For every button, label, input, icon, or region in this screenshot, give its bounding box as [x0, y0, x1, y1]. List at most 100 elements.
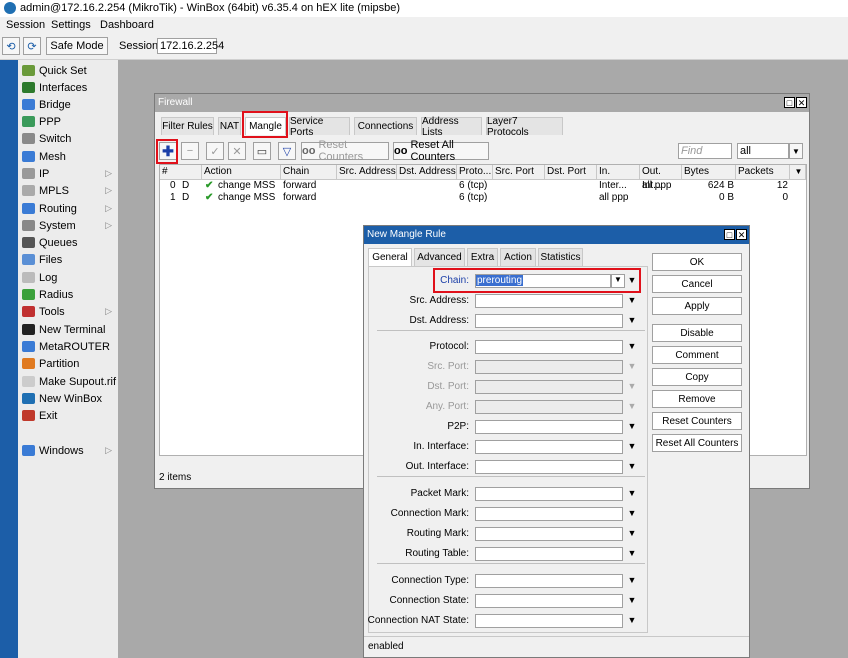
connection-nat-state-field[interactable]	[475, 614, 623, 628]
src-address-field[interactable]	[475, 294, 623, 308]
column-header-7[interactable]: Dst. Port	[545, 165, 597, 179]
packet-mark-field[interactable]	[475, 487, 623, 501]
tab-service-ports[interactable]: Service Ports	[289, 116, 350, 138]
reset-counters-button[interactable]: oo Reset Counters	[301, 139, 389, 163]
column-header-9[interactable]: Out. Int...	[640, 165, 682, 191]
copy-button[interactable]: Copy	[652, 368, 742, 386]
menu-session[interactable]: Session	[6, 19, 45, 31]
dropdown-icon[interactable]: ▼	[627, 315, 637, 325]
menu-dashboard[interactable]: Dashboard	[100, 19, 154, 31]
dropdown-icon[interactable]: ▼	[627, 295, 637, 305]
sidebar-item-ip[interactable]: IP ▷	[22, 165, 118, 182]
dialog-tab-extra[interactable]: Extra	[467, 248, 498, 266]
tab-mangle[interactable]: Mangle	[245, 117, 286, 135]
dropdown-icon[interactable]: ▼	[627, 441, 637, 451]
tab-layer7-protocols[interactable]: Layer7 Protocols	[486, 116, 563, 138]
dropdown-icon[interactable]: ▼	[627, 421, 637, 431]
sidebar-item-new-winbox[interactable]: New WinBox	[22, 390, 118, 407]
dropdown-icon[interactable]: ▼	[627, 461, 637, 471]
chain-dropdown-button[interactable]: ▼	[611, 274, 625, 288]
enable-button[interactable]: ✓	[206, 142, 224, 160]
in-interface-field[interactable]	[475, 440, 623, 454]
sidebar-item-new-terminal[interactable]: New Terminal	[22, 321, 118, 338]
sidebar-item-partition[interactable]: Partition	[22, 355, 118, 372]
column-header-3[interactable]: Src. Address	[337, 165, 397, 179]
routing-mark-field[interactable]	[475, 527, 623, 541]
sidebar-item-interfaces[interactable]: Interfaces	[22, 79, 118, 96]
routing-table-field[interactable]	[475, 547, 623, 561]
add-button[interactable]: ✚	[159, 142, 177, 160]
dropdown-icon[interactable]: ▼	[627, 548, 637, 558]
ok-button[interactable]: OK	[652, 253, 742, 271]
disable-button[interactable]: Disable	[652, 324, 742, 342]
table-row[interactable]: 1 Dforward 6 (tcp) all ppp ✔ change MSS 0 B 0	[160, 192, 806, 204]
column-chooser-icon[interactable]: ▼	[790, 165, 806, 179]
column-header-2[interactable]: Chain	[281, 165, 337, 179]
comment-button[interactable]: Comment	[652, 346, 742, 364]
protocol-field[interactable]	[475, 340, 623, 354]
sidebar-item-files[interactable]: Files	[22, 251, 118, 268]
column-header-8[interactable]: In. Inter...	[597, 165, 640, 191]
sidebar-item-radius[interactable]: Radius	[22, 286, 118, 303]
sidebar-item-make-supout-rif[interactable]: Make Supout.rif	[22, 373, 118, 390]
dialog-close-icon[interactable]: ✕	[736, 229, 747, 240]
sidebar-item-queues[interactable]: Queues	[22, 234, 118, 251]
column-header-4[interactable]: Dst. Address	[397, 165, 457, 179]
connection-state-field[interactable]	[475, 594, 623, 608]
remove-button[interactable]: −	[181, 142, 199, 160]
dialog-tab-general[interactable]: General	[368, 248, 412, 266]
column-header-5[interactable]: Proto...	[457, 165, 493, 179]
table-row[interactable]: 0 Dforward 6 (tcp) all ppp ✔ change MSS 624 B 1…	[160, 180, 806, 192]
reset-counters-button[interactable]: Reset Counters	[652, 412, 742, 430]
dropdown-icon[interactable]: ▼	[627, 615, 637, 625]
out-interface-field[interactable]	[475, 460, 623, 474]
reset-all-counters-button[interactable]: oo Reset All Counters	[393, 139, 489, 163]
sidebar-item-ppp[interactable]: PPP	[22, 113, 118, 130]
redo-button[interactable]: ⟳	[23, 37, 41, 55]
comment-button[interactable]: ▭	[253, 142, 271, 160]
column-header-11[interactable]: Packets	[736, 165, 790, 179]
dropdown-icon[interactable]: ▼	[627, 528, 637, 538]
maximize-icon[interactable]: □	[784, 97, 795, 108]
connection-mark-field[interactable]	[475, 507, 623, 521]
undo-button[interactable]: ⟲	[2, 37, 20, 55]
tab-address-lists[interactable]: Address Lists	[421, 116, 482, 138]
sidebar-item-windows[interactable]: Windows ▷	[22, 442, 118, 459]
sidebar-item-routing[interactable]: Routing ▷	[22, 200, 118, 217]
sidebar-item-log[interactable]: Log	[22, 269, 118, 286]
tab-filter-rules[interactable]: Filter Rules	[161, 117, 214, 135]
dropdown-icon[interactable]: ▼	[627, 575, 637, 585]
sidebar-item-bridge[interactable]: Bridge	[22, 96, 118, 113]
dropdown-icon[interactable]: ▼	[627, 595, 637, 605]
tab-connections[interactable]: Connections	[354, 117, 417, 135]
reset-all-counters-button[interactable]: Reset All Counters	[652, 434, 742, 452]
cancel-button[interactable]: Cancel	[652, 275, 742, 293]
tab-nat[interactable]: NAT	[218, 117, 241, 135]
sidebar-item-switch[interactable]: Switch	[22, 130, 118, 147]
chain-field[interactable]: prerouting	[475, 274, 611, 288]
find-input[interactable]: Find	[678, 143, 732, 159]
sidebar-item-mpls[interactable]: MPLS ▷	[22, 182, 118, 199]
dialog-maximize-icon[interactable]: □	[724, 229, 735, 240]
dropdown-icon[interactable]: ▼	[627, 275, 637, 285]
session-field[interactable]: 172.16.2.254	[157, 38, 224, 54]
dialog-tab-action[interactable]: Action	[500, 248, 536, 266]
sidebar-item-metarouter[interactable]: MetaROUTER	[22, 338, 118, 355]
column-header-10[interactable]: Bytes	[682, 165, 736, 179]
column-header-0[interactable]: #	[160, 165, 202, 179]
safe-mode-button[interactable]: Safe Mode	[46, 37, 108, 55]
menu-settings[interactable]: Settings	[51, 19, 91, 31]
sidebar-item-quick-set[interactable]: Quick Set	[22, 62, 118, 79]
filter-dropdown-button[interactable]: ▼	[789, 143, 803, 159]
dropdown-icon[interactable]: ▼	[627, 341, 637, 351]
dst-address-field[interactable]	[475, 314, 623, 328]
dialog-tab-statistics[interactable]: Statistics	[538, 248, 583, 266]
filter-select[interactable]: all	[737, 143, 789, 159]
apply-button[interactable]: Apply	[652, 297, 742, 315]
column-header-6[interactable]: Src. Port	[493, 165, 545, 179]
sidebar-item-tools[interactable]: Tools ▷	[22, 303, 118, 320]
dialog-tab-advanced[interactable]: Advanced	[414, 248, 465, 266]
dropdown-icon[interactable]: ▼	[627, 488, 637, 498]
sidebar-item-exit[interactable]: Exit	[22, 407, 118, 424]
column-header-1[interactable]: Action	[202, 165, 281, 179]
